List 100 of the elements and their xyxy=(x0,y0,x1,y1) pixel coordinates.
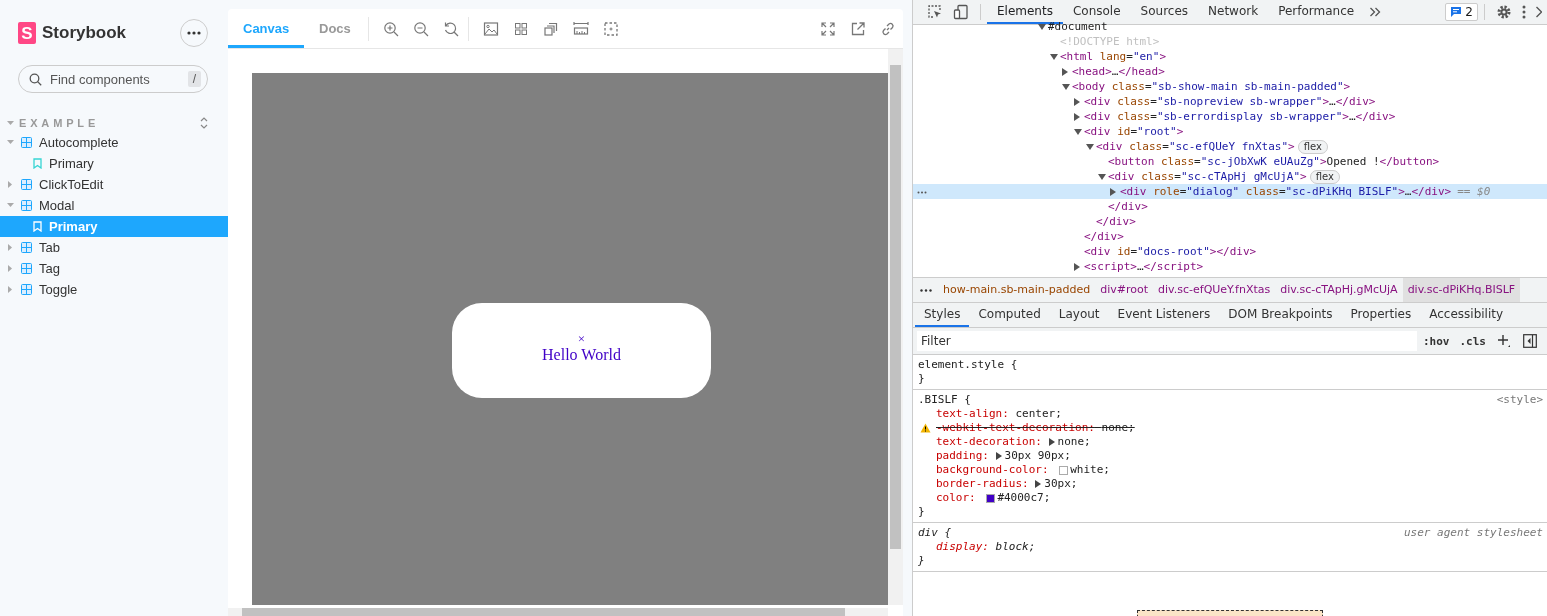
external-link-icon[interactable] xyxy=(850,20,866,37)
css-selector: .BISLF { xyxy=(918,393,971,407)
close-icon[interactable] xyxy=(1536,6,1542,18)
styles-tab[interactable]: Event Listeners xyxy=(1108,303,1220,327)
issues-badge[interactable]: 2 xyxy=(1445,3,1478,21)
expand-triangle-icon[interactable] xyxy=(1098,173,1106,180)
expand-collapse-icon[interactable] xyxy=(200,117,208,129)
component-item[interactable]: Autocomplete xyxy=(0,132,228,153)
dom-node[interactable]: <button class="sc-jObXwK eUAuZg">Opened !</button> xyxy=(913,154,1547,169)
expand-triangle-icon[interactable] xyxy=(1038,23,1046,30)
dom-line: <div class="sb-nopreview sb-wrapper">…</div> xyxy=(1084,94,1376,109)
device-icon[interactable] xyxy=(953,4,969,20)
breadcrumb[interactable]: div.sc-dPiKHq.BISLF xyxy=(1402,278,1521,302)
more-icon[interactable] xyxy=(917,191,927,194)
css-declaration[interactable]: display: block; xyxy=(936,540,1036,554)
closing-brace: } xyxy=(918,505,925,519)
expand-triangle-icon[interactable] xyxy=(1062,83,1070,90)
css-declaration[interactable]: border-radius: 30px; xyxy=(936,477,1078,491)
color-swatch[interactable] xyxy=(986,493,996,503)
collapsed-triangle-icon[interactable] xyxy=(1062,67,1068,76)
storybook-logo: S xyxy=(18,22,36,44)
fullscreen-icon[interactable] xyxy=(820,20,836,37)
dom-node[interactable]: <div class="sb-nopreview sb-wrapper">…</div> xyxy=(913,94,1547,109)
search-input[interactable]: Find components xyxy=(48,70,182,88)
filter-field[interactable]: Filter xyxy=(917,331,1417,351)
styles-tab[interactable]: Layout xyxy=(1049,303,1109,327)
dom-node[interactable]: <div class="sc-cTApHj gMcUjA"> flex xyxy=(913,169,1547,184)
expand-triangle-icon[interactable] xyxy=(1074,128,1082,135)
component-item[interactable]: Tab xyxy=(0,237,228,258)
styles-tab[interactable]: Accessibility xyxy=(1420,303,1513,327)
dom-node[interactable]: <body class="sb-show-main sb-main-padded"> xyxy=(913,79,1547,94)
hover-state-button[interactable]: :hov xyxy=(1419,334,1454,348)
link-icon[interactable] xyxy=(880,20,896,37)
expand-triangle-icon[interactable] xyxy=(1050,53,1058,60)
style-source[interactable]: <style> xyxy=(1496,393,1543,407)
inspect-icon[interactable] xyxy=(927,4,943,20)
add-icon[interactable] xyxy=(1497,334,1511,348)
dom-node[interactable]: <div class="sc-efQUeY fnXtas"> flex xyxy=(913,139,1547,154)
breadcrumb[interactable]: div.sc-cTApHj.gMcUjA xyxy=(1275,278,1403,302)
expand-triangle-icon[interactable] xyxy=(1086,143,1094,150)
collapsed-triangle-icon[interactable] xyxy=(1074,262,1080,271)
dom-node[interactable]: <div class="sb-errordisplay sb-wrapper">…</div> xyxy=(913,109,1547,124)
layers-icon[interactable] xyxy=(542,20,559,37)
search-icon xyxy=(29,72,42,86)
scrollbar[interactable] xyxy=(888,49,903,605)
class-button[interactable]: .cls xyxy=(1455,334,1490,348)
styles-tab[interactable]: Properties xyxy=(1341,303,1421,327)
css-declaration[interactable]: color: #4000c7; xyxy=(936,491,1051,505)
collapsed-triangle-icon[interactable] xyxy=(1110,187,1116,196)
styles-tab[interactable]: Computed xyxy=(969,303,1050,327)
outline-icon[interactable] xyxy=(602,20,619,37)
dom-node[interactable]: <div id="root"> xyxy=(913,124,1547,139)
dom-node[interactable]: </div> xyxy=(913,229,1547,244)
dom-node[interactable]: <div id="docs-root"></div> xyxy=(913,244,1547,259)
more-options-icon[interactable] xyxy=(1522,5,1526,19)
grid-icon xyxy=(21,263,32,274)
settings-icon[interactable] xyxy=(1496,4,1512,20)
story-item[interactable]: Primary xyxy=(0,153,228,174)
component-item[interactable]: Toggle xyxy=(0,279,228,300)
grid-icon xyxy=(21,200,32,211)
scrollbar[interactable] xyxy=(228,608,888,616)
expand-triangle-icon[interactable] xyxy=(995,452,1002,460)
collapsed-triangle-icon[interactable] xyxy=(1074,97,1080,106)
styles-tab[interactable]: DOM Breakpoints xyxy=(1219,303,1342,327)
css-declaration[interactable]: -webkit-text-decoration: none; xyxy=(936,421,1135,435)
breadcrumb[interactable]: how-main.sb-main-padded xyxy=(938,278,1096,302)
collapsed-triangle-icon[interactable] xyxy=(1074,112,1080,121)
zoom-out-icon[interactable] xyxy=(412,20,429,37)
css-declaration[interactable]: text-align: center; xyxy=(936,407,1062,421)
grid-icon[interactable] xyxy=(512,20,529,37)
grid-icon xyxy=(21,242,32,253)
expand-triangle-icon[interactable] xyxy=(1048,438,1055,446)
breadcrumb[interactable]: div.sc-efQUeY.fnXtas xyxy=(1153,278,1276,302)
more-tabs-icon[interactable] xyxy=(1369,6,1382,18)
zoom-in-icon[interactable] xyxy=(382,20,399,37)
component-item[interactable]: ClickToEdit xyxy=(0,174,228,195)
layout-badge[interactable]: flex xyxy=(1309,169,1340,184)
image-icon[interactable] xyxy=(482,20,499,37)
css-declaration[interactable]: text-decoration: none; xyxy=(936,435,1091,449)
close-button[interactable]: × xyxy=(577,331,586,346)
dom-node[interactable]: </div> xyxy=(913,214,1547,229)
css-selector: element.style { xyxy=(918,358,1018,372)
reset-zoom-icon[interactable] xyxy=(442,20,459,37)
dom-node[interactable]: <head>…</head> xyxy=(913,64,1547,79)
component-item[interactable]: Tag xyxy=(0,258,228,279)
dom-node[interactable]: <script>…</script> xyxy=(913,259,1547,274)
color-swatch[interactable] xyxy=(1059,465,1069,475)
sidebar-toggle-icon[interactable] xyxy=(1523,334,1537,348)
component-item[interactable]: Modal xyxy=(0,195,228,216)
breadcrumb[interactable]: div#root xyxy=(1095,278,1154,302)
more-icon[interactable] xyxy=(920,288,932,292)
dom-node[interactable]: </div> xyxy=(913,199,1547,214)
dom-line: <script>…</script> xyxy=(1084,259,1204,274)
css-declaration[interactable]: padding: 30px 90px; xyxy=(936,449,1071,463)
layout-badge[interactable]: flex xyxy=(1297,139,1328,154)
expand-triangle-icon[interactable] xyxy=(1035,480,1042,488)
css-declaration[interactable]: background-color: white; xyxy=(936,463,1110,477)
dom-node[interactable]: <html lang="en"> xyxy=(913,49,1547,64)
dom-node[interactable]: <div role="dialog" class="sc-dPiKHq BISLF">…</div> == $0 xyxy=(913,184,1547,199)
ruler-icon[interactable] xyxy=(572,20,589,37)
